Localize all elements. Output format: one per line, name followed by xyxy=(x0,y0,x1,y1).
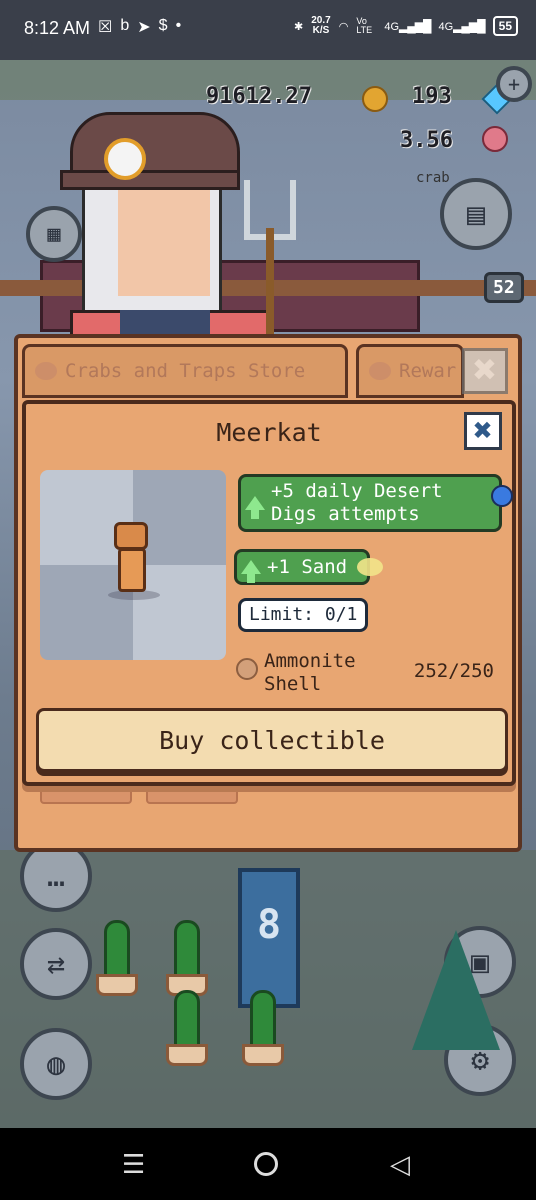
count-badge: 52 xyxy=(484,272,524,303)
flower-icon xyxy=(482,126,508,152)
reward-icon xyxy=(369,362,391,380)
meerkat-icon xyxy=(104,522,162,602)
cactus-plant xyxy=(250,990,276,1048)
tab-crabs-and-traps-store[interactable]: Crabs and Traps Store xyxy=(22,344,348,398)
bonus-desert-digs: +5 daily Desert Digs attempts xyxy=(238,474,513,532)
coin-icon xyxy=(362,86,388,112)
modal-close-button[interactable]: ✖ xyxy=(464,412,502,450)
volte-label: Vo LTE xyxy=(356,16,373,35)
notification-icon: b xyxy=(120,17,130,34)
status-bar: 8:12 AM ☒ b ➤ $ • ✱ 20.7 K/S ◠ Vo LTE 4G… xyxy=(0,0,536,60)
item-preview xyxy=(40,470,226,660)
clock-icon xyxy=(104,138,146,180)
wifi-icon: ◠ xyxy=(338,20,349,33)
trade-icon[interactable]: ⇄ xyxy=(20,928,92,1000)
pine-tree xyxy=(412,930,500,1050)
back-button[interactable]: ◁ xyxy=(390,1150,410,1180)
cost-count: 252/250 xyxy=(413,660,494,682)
add-gems-button[interactable]: + xyxy=(496,66,532,102)
signal-4g-1: 4G▂▄▆█ xyxy=(384,19,431,33)
crab-icon xyxy=(35,362,57,380)
cactus-plant xyxy=(104,920,130,978)
tab-rewards[interactable]: Rewar xyxy=(356,344,464,398)
plant-pot xyxy=(242,1044,284,1066)
battery-indicator: 55 xyxy=(492,16,518,36)
farmer-face xyxy=(118,186,210,296)
bonus-sand: +1 Sand xyxy=(234,549,383,585)
banner-flag: 8 xyxy=(238,868,300,1008)
system-indicators: ✱ 20.7 K/S ◠ Vo LTE 4G▂▄▆█ 4G▂▄▆█ 55 xyxy=(294,16,518,36)
cactus-plant xyxy=(174,990,200,1048)
up-arrow-icon xyxy=(245,496,265,519)
more-dot-icon: • xyxy=(175,17,182,34)
plant-pot xyxy=(166,1044,208,1066)
secondary-balance: 3.56 xyxy=(400,128,453,153)
plant-pot xyxy=(96,974,138,996)
recent-apps-button[interactable]: ☰ xyxy=(122,1150,145,1180)
navigation-bar: ☰ ◁ xyxy=(0,1128,536,1200)
telegram-icon: ➤ xyxy=(137,19,151,36)
bluetooth-icon: ✱ xyxy=(294,20,304,33)
price-pill xyxy=(146,784,238,804)
home-button[interactable] xyxy=(254,1152,278,1176)
cost-item-name: Ammonite Shell xyxy=(264,650,356,695)
chest-icon[interactable]: ▤ xyxy=(440,178,512,250)
buy-collectible-button[interactable]: Buy collectible xyxy=(36,708,508,772)
farmer-hat-brim xyxy=(60,170,240,190)
globe-icon[interactable]: ◍ xyxy=(20,1028,92,1100)
gem-balance: 193 xyxy=(412,84,452,109)
store-tabs: Crabs and Traps Store Rewar xyxy=(18,338,518,400)
item-detail-modal: Meerkat ✖ +5 daily Desert Digs attempts … xyxy=(22,400,516,786)
cactus-plant xyxy=(174,920,200,978)
tab-label: Crabs and Traps Store xyxy=(65,360,306,382)
purchase-limit: Limit: 0/1 xyxy=(238,598,369,632)
shovel-icon xyxy=(491,485,513,507)
sand-icon xyxy=(357,558,383,576)
signal-4g-2: 4G▂▄▆█ xyxy=(438,19,485,33)
price-pill xyxy=(40,784,132,804)
network-speed: 20.7 K/S xyxy=(311,15,331,36)
notification-icons: ☒ b ➤ $ • xyxy=(98,17,181,37)
store-item-prices xyxy=(40,784,238,804)
clock-time: 8:12 AM xyxy=(24,18,91,38)
notification-icon: ☒ xyxy=(98,19,113,36)
calendar-icon[interactable]: ▦ xyxy=(26,206,82,262)
up-arrow-icon xyxy=(241,560,261,583)
coin-balance: 91612.27 xyxy=(206,84,312,109)
store-close-button[interactable]: ✖ xyxy=(462,348,508,394)
item-title: Meerkat xyxy=(216,418,322,447)
crab-label: crab xyxy=(416,170,450,186)
ammonite-shell-icon xyxy=(236,658,258,680)
payment-icon: $ xyxy=(158,17,168,34)
tab-label: Rewar xyxy=(399,360,457,382)
